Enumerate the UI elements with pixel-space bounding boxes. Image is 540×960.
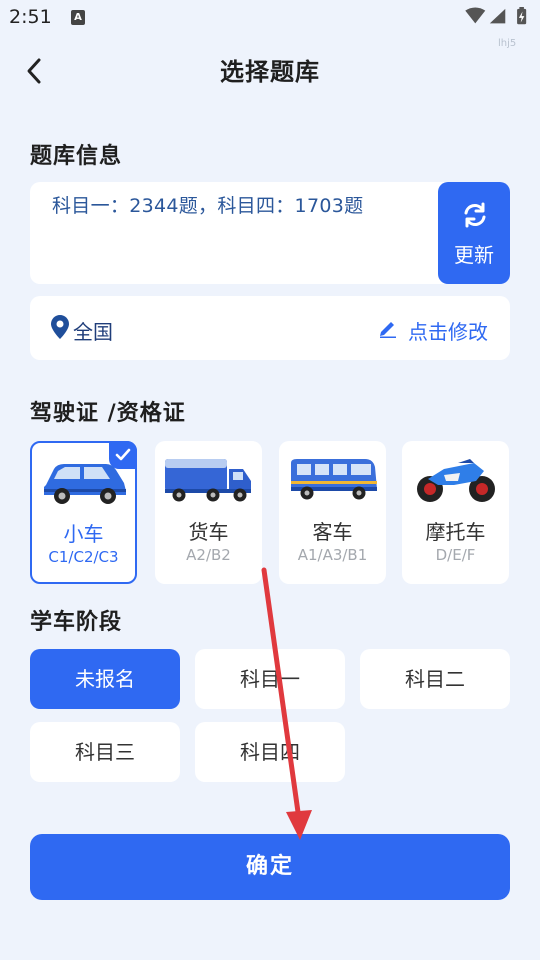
status-bar: 2:51 A lhj5 [0, 0, 540, 49]
stage-option-subject-4[interactable]: 科目四 [195, 722, 345, 782]
stage-option-not-registered[interactable]: 未报名 [30, 649, 180, 709]
vehicle-name-car: 小车 [63, 522, 104, 546]
system-icons [465, 7, 527, 25]
question-count-summary: 科目一：2344题，科目四：1703题 [52, 195, 364, 217]
vehicle-name-truck: 货车 [188, 520, 229, 544]
vehicle-option-car[interactable]: 小车 C1/C2/C3 [30, 441, 137, 584]
vehicle-name-motorcycle: 摩托车 [425, 520, 486, 544]
confirm-button[interactable]: 确定 [30, 834, 510, 900]
edit-region-link[interactable]: 点击修改 [408, 316, 488, 345]
notification-a-icon: A [71, 10, 85, 25]
license-section-title: 驾驶证 /资格证 [30, 401, 186, 426]
stage-option-subject-2[interactable]: 科目二 [360, 649, 510, 709]
wifi-icon [465, 7, 486, 24]
question-bank-info-title: 题库信息 [30, 144, 123, 169]
motorcycle-icon [417, 459, 495, 502]
page-title: 选择题库 [220, 58, 320, 86]
truck-icon [165, 459, 251, 502]
car-icon [44, 464, 126, 504]
vehicle-option-bus[interactable]: 客车 A1/A3/B1 [279, 441, 386, 584]
stage-option-subject-1[interactable]: 科目一 [195, 649, 345, 709]
location-pin-icon [51, 315, 69, 339]
region-value: 全国 [73, 320, 113, 344]
update-button[interactable]: 更新 [438, 182, 510, 284]
vehicle-name-bus: 客车 [312, 520, 353, 544]
update-label: 更新 [454, 243, 494, 267]
vehicle-option-truck[interactable]: 货车 A2/B2 [155, 441, 262, 584]
vehicle-code-car: C1/C2/C3 [48, 548, 119, 566]
vehicle-option-motorcycle[interactable]: 摩托车 D/E/F [402, 441, 509, 584]
watermark-text: lhj5 [498, 38, 517, 49]
refresh-icon [464, 202, 486, 228]
signal-icon [489, 8, 506, 24]
vehicle-code-bus: A1/A3/B1 [297, 546, 368, 564]
stage-option-subject-3[interactable]: 科目三 [30, 722, 180, 782]
bus-icon [291, 459, 377, 500]
battery-icon [517, 7, 527, 25]
status-time: 2:51 [9, 6, 52, 28]
vehicle-code-motorcycle: D/E/F [435, 546, 476, 564]
edit-pencil-icon[interactable] [378, 318, 398, 338]
vehicle-code-truck: A2/B2 [186, 546, 231, 564]
stage-section-title: 学车阶段 [30, 610, 123, 635]
